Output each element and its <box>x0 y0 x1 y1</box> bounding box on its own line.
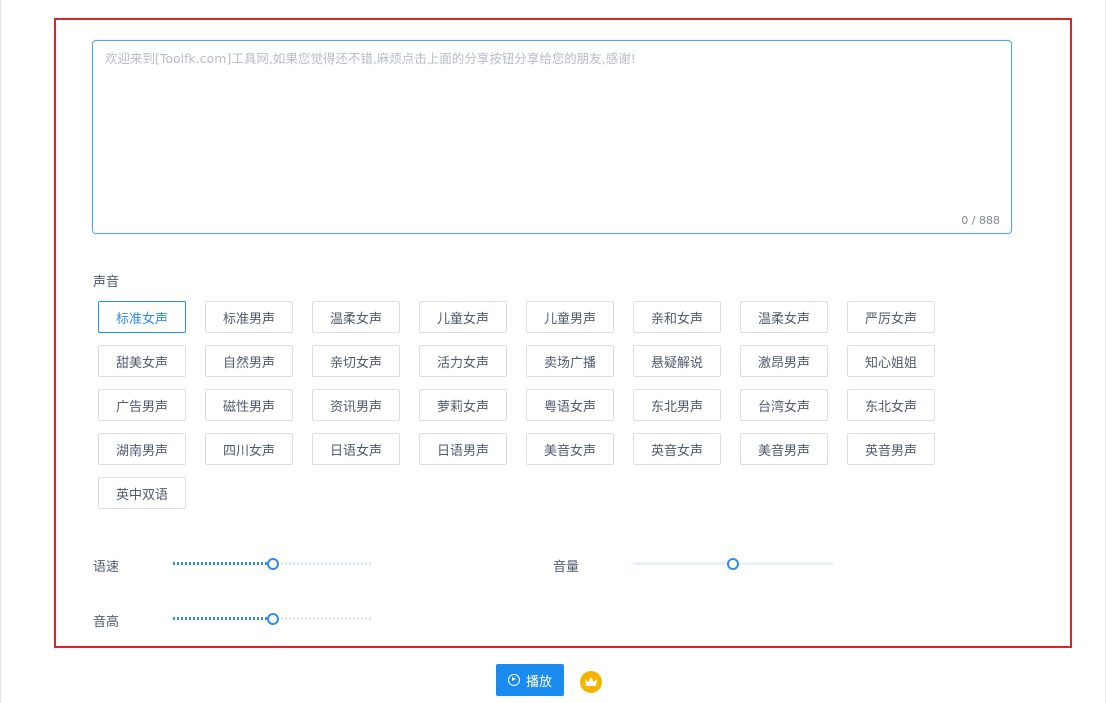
text-input[interactable] <box>93 41 1011 233</box>
voice-option[interactable]: 美音男声 <box>740 433 828 465</box>
play-circle-icon <box>507 674 520 686</box>
voice-option[interactable]: 标准女声 <box>98 301 186 333</box>
voice-option[interactable]: 广告男声 <box>98 389 186 421</box>
voice-option[interactable]: 知心姐姐 <box>847 345 935 377</box>
voice-option[interactable]: 东北女声 <box>847 389 935 421</box>
text-input-area: 0 / 888 <box>92 40 1012 234</box>
slider-handle[interactable] <box>727 558 739 570</box>
slider-handle[interactable] <box>267 558 279 570</box>
voice-option[interactable]: 资讯男声 <box>312 389 400 421</box>
pitch-label: 音高 <box>93 615 120 630</box>
voice-option[interactable]: 四川女声 <box>205 433 293 465</box>
voice-option[interactable]: 英中双语 <box>98 477 186 509</box>
pitch-slider[interactable] <box>173 613 373 625</box>
voice-option[interactable]: 温柔女声 <box>312 301 400 333</box>
voice-option[interactable]: 严厉女声 <box>847 301 935 333</box>
voice-option[interactable]: 自然男声 <box>205 345 293 377</box>
speed-label: 语速 <box>93 560 120 575</box>
voice-option[interactable]: 英音男声 <box>847 433 935 465</box>
voice-option[interactable]: 卖场广播 <box>526 345 614 377</box>
voice-option[interactable]: 磁性男声 <box>205 389 293 421</box>
volume-label: 音量 <box>553 560 580 575</box>
slider-fill <box>173 617 273 620</box>
volume-slider[interactable] <box>633 558 833 570</box>
voice-option[interactable]: 亲切女声 <box>312 345 400 377</box>
voice-option[interactable]: 儿童女声 <box>419 301 507 333</box>
voice-option[interactable]: 萝莉女声 <box>419 389 507 421</box>
voice-option[interactable]: 儿童男声 <box>526 301 614 333</box>
voice-option[interactable]: 激昂男声 <box>740 345 828 377</box>
voice-option[interactable]: 活力女声 <box>419 345 507 377</box>
voice-option[interactable]: 粤语女声 <box>526 389 614 421</box>
speed-slider[interactable] <box>173 558 373 570</box>
voice-option[interactable]: 美音女声 <box>526 433 614 465</box>
crown-icon[interactable] <box>580 671 602 693</box>
voice-option[interactable]: 温柔女声 <box>740 301 828 333</box>
play-button[interactable]: 播放 <box>496 664 564 696</box>
voice-section-label: 声音 <box>93 275 120 290</box>
voice-option[interactable]: 日语男声 <box>419 433 507 465</box>
voice-option[interactable]: 日语女声 <box>312 433 400 465</box>
voice-option[interactable]: 亲和女声 <box>633 301 721 333</box>
voice-option[interactable]: 甜美女声 <box>98 345 186 377</box>
voice-option[interactable]: 东北男声 <box>633 389 721 421</box>
play-button-label: 播放 <box>525 674 552 690</box>
voice-option[interactable]: 湖南男声 <box>98 433 186 465</box>
voice-option[interactable]: 标准男声 <box>205 301 293 333</box>
voice-option[interactable]: 英音女声 <box>633 433 721 465</box>
char-counter: 0 / 888 <box>961 214 1000 227</box>
slider-handle[interactable] <box>267 613 279 625</box>
slider-fill <box>173 562 273 565</box>
voice-option[interactable]: 台湾女声 <box>740 389 828 421</box>
voice-options: 标准女声 标准男声 温柔女声 儿童女声 儿童男声 亲和女声 温柔女声 严厉女声 甜美女声 自然男声… <box>98 301 958 509</box>
voice-option[interactable]: 悬疑解说 <box>633 345 721 377</box>
